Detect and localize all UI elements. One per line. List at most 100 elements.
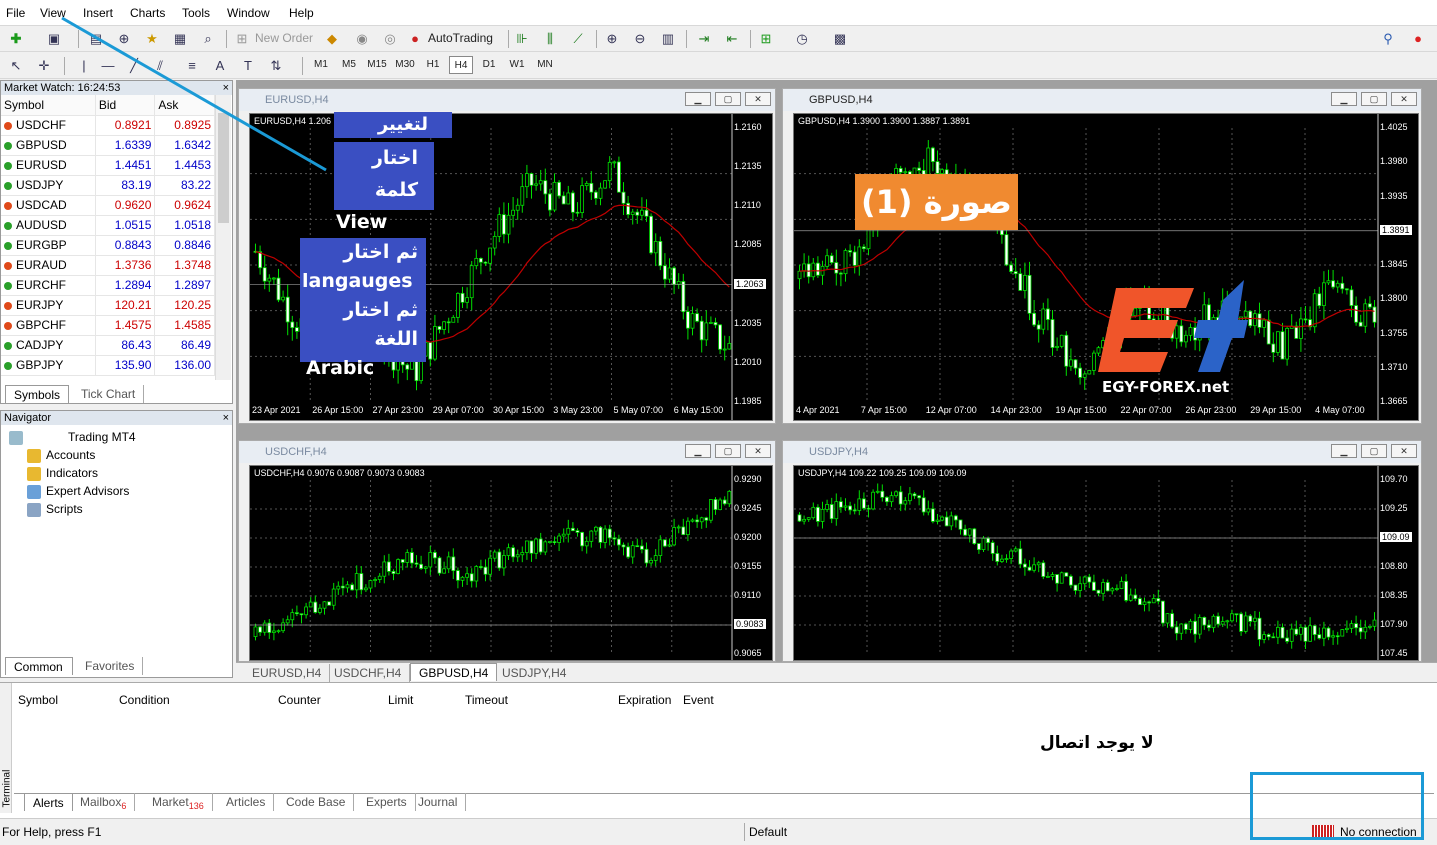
- autotrading-icon[interactable]: ●: [405, 30, 425, 48]
- terminal-tab-code-base[interactable]: Code Base: [278, 793, 355, 811]
- col-limit[interactable]: Limit: [388, 693, 413, 707]
- terminal-tab-experts[interactable]: Experts: [358, 793, 416, 811]
- tf-mn[interactable]: MN: [533, 56, 557, 74]
- chart-tab-gbpusd[interactable]: GBPUSD,H4: [410, 663, 498, 681]
- search-icon[interactable]: ⚲: [1378, 30, 1398, 48]
- nav-expert-advisors[interactable]: Expert Advisors: [27, 482, 129, 500]
- nav-indicators[interactable]: Indicators: [27, 464, 98, 482]
- market-watch-row[interactable]: GBPUSD 1.6339 1.6342: [1, 135, 215, 156]
- status-connection[interactable]: No connection: [1340, 825, 1417, 839]
- market-watch-scrollbar[interactable]: [215, 95, 231, 380]
- cursor-icon[interactable]: ↖: [6, 57, 26, 75]
- tile-windows-icon[interactable]: ▥: [658, 30, 678, 48]
- new-chart-icon[interactable]: ✚: [6, 30, 26, 48]
- terminal-icon[interactable]: ▦: [170, 30, 190, 48]
- col-symbol[interactable]: Symbol: [1, 95, 96, 116]
- col-ask[interactable]: Ask: [154, 95, 215, 116]
- vertical-line-icon[interactable]: |: [74, 57, 94, 75]
- fibonacci-icon[interactable]: ≡: [182, 57, 202, 75]
- chart-usdchf[interactable]: USDCHF,H4 0.9076 0.9087 0.9073 0.9083 0.9…: [249, 465, 773, 661]
- trendline-icon[interactable]: ╱: [124, 57, 144, 75]
- new-order-icon[interactable]: ⊞: [232, 30, 252, 48]
- zoom-out-icon[interactable]: ⊖: [630, 30, 650, 48]
- col-timeout[interactable]: Timeout: [465, 693, 508, 707]
- tab-common[interactable]: Common: [5, 657, 73, 675]
- line-chart-icon[interactable]: ⟋: [568, 30, 588, 48]
- templates-icon[interactable]: ▩: [830, 30, 850, 48]
- col-bid[interactable]: Bid: [95, 95, 156, 116]
- tf-w1[interactable]: W1: [505, 56, 529, 74]
- tf-m30[interactable]: M30: [393, 56, 417, 74]
- close-icon[interactable]: ×: [223, 411, 229, 425]
- tf-m15[interactable]: M15: [365, 56, 389, 74]
- terminal-tab-articles[interactable]: Articles: [218, 793, 275, 811]
- minimize-icon[interactable]: ▁: [685, 92, 711, 106]
- market-watch-icon[interactable]: ▤: [86, 30, 106, 48]
- nav-scripts[interactable]: Scripts: [27, 500, 83, 518]
- menu-charts[interactable]: Charts: [130, 6, 165, 20]
- minimize-icon[interactable]: ▁: [685, 444, 711, 458]
- tab-tick-chart[interactable]: Tick Chart: [73, 385, 145, 403]
- close-icon[interactable]: ✕: [745, 444, 771, 458]
- profiles-icon[interactable]: ▣: [44, 30, 64, 48]
- col-condition[interactable]: Condition: [119, 693, 170, 707]
- terminal-tab-mailbox[interactable]: Mailbox6: [72, 793, 136, 811]
- maximize-icon[interactable]: ▢: [1361, 444, 1387, 458]
- tester-icon[interactable]: ⌕: [198, 30, 218, 48]
- tf-m5[interactable]: M5: [337, 56, 361, 74]
- nav-trading-mt4[interactable]: Trading MT4: [9, 428, 136, 446]
- new-order-button[interactable]: New Order: [255, 31, 313, 45]
- candlestick-icon[interactable]: ⫼: [540, 30, 560, 48]
- close-icon[interactable]: ×: [223, 81, 229, 95]
- maximize-icon[interactable]: ▢: [1361, 92, 1387, 106]
- minimize-icon[interactable]: ▁: [1331, 92, 1357, 106]
- col-event[interactable]: Event: [683, 693, 714, 707]
- tf-d1[interactable]: D1: [477, 56, 501, 74]
- col-expiration[interactable]: Expiration: [618, 693, 671, 707]
- menu-window[interactable]: Window: [227, 6, 270, 20]
- text-icon[interactable]: A: [210, 57, 230, 75]
- arrows-icon[interactable]: ⇅: [266, 57, 286, 75]
- market-watch-row[interactable]: EURJPY 120.21 120.25: [1, 295, 215, 316]
- notifications-icon[interactable]: ●: [1408, 30, 1428, 48]
- maximize-icon[interactable]: ▢: [715, 444, 741, 458]
- metaeditor-icon[interactable]: ◆: [322, 30, 342, 48]
- terminal-tab-alerts[interactable]: Alerts: [24, 793, 73, 811]
- tf-h1[interactable]: H1: [421, 56, 445, 74]
- menu-insert[interactable]: Insert: [83, 6, 113, 20]
- market-watch-row[interactable]: EURGBP 0.8843 0.8846: [1, 235, 215, 256]
- tab-symbols[interactable]: Symbols: [5, 385, 69, 403]
- market-watch-row[interactable]: USDCHF 0.8921 0.8925: [1, 115, 215, 136]
- chart-tab-usdchf[interactable]: USDCHF,H4: [326, 664, 411, 682]
- autotrading-button[interactable]: AutoTrading: [428, 31, 493, 45]
- chart-tab-eurusd[interactable]: EURUSD,H4: [244, 664, 331, 682]
- close-icon[interactable]: ✕: [1391, 444, 1417, 458]
- market-watch-row[interactable]: EURUSD 1.4451 1.4453: [1, 155, 215, 176]
- signals-icon[interactable]: ◉: [352, 30, 372, 48]
- terminal-tab-journal[interactable]: Journal: [410, 793, 467, 811]
- menu-view[interactable]: View: [40, 6, 66, 20]
- menu-tools[interactable]: Tools: [182, 6, 210, 20]
- channel-icon[interactable]: ⫽: [150, 57, 170, 75]
- market-icon[interactable]: ◎: [380, 30, 400, 48]
- chart-usdjpy[interactable]: USDJPY,H4 109.22 109.25 109.09 109.09 109…: [793, 465, 1419, 661]
- zoom-in-icon[interactable]: ⊕: [602, 30, 622, 48]
- chart-tab-usdjpy[interactable]: USDJPY,H4: [494, 664, 574, 682]
- market-watch-row[interactable]: AUDUSD 1.0515 1.0518: [1, 215, 215, 236]
- terminal-tab-market[interactable]: Market136: [144, 793, 213, 811]
- crosshair-icon[interactable]: ✛: [34, 57, 54, 75]
- chart-shift-icon[interactable]: ⇥: [694, 30, 714, 48]
- bar-chart-icon[interactable]: ⊪: [512, 30, 532, 48]
- close-icon[interactable]: ✕: [1391, 92, 1417, 106]
- periods-icon[interactable]: ◷: [792, 30, 812, 48]
- tf-h4[interactable]: H4: [449, 56, 473, 74]
- market-watch-row[interactable]: EURCHF 1.2894 1.2897: [1, 275, 215, 296]
- maximize-icon[interactable]: ▢: [715, 92, 741, 106]
- menu-help[interactable]: Help: [289, 6, 314, 20]
- col-counter[interactable]: Counter: [278, 693, 321, 707]
- text-label-icon[interactable]: T: [238, 57, 258, 75]
- market-watch-row[interactable]: GBPJPY 135.90 136.00: [1, 355, 215, 376]
- market-watch-row[interactable]: GBPCHF 1.4575 1.4585: [1, 315, 215, 336]
- navigator-icon[interactable]: ★: [142, 30, 162, 48]
- market-watch-row[interactable]: CADJPY 86.43 86.49: [1, 335, 215, 356]
